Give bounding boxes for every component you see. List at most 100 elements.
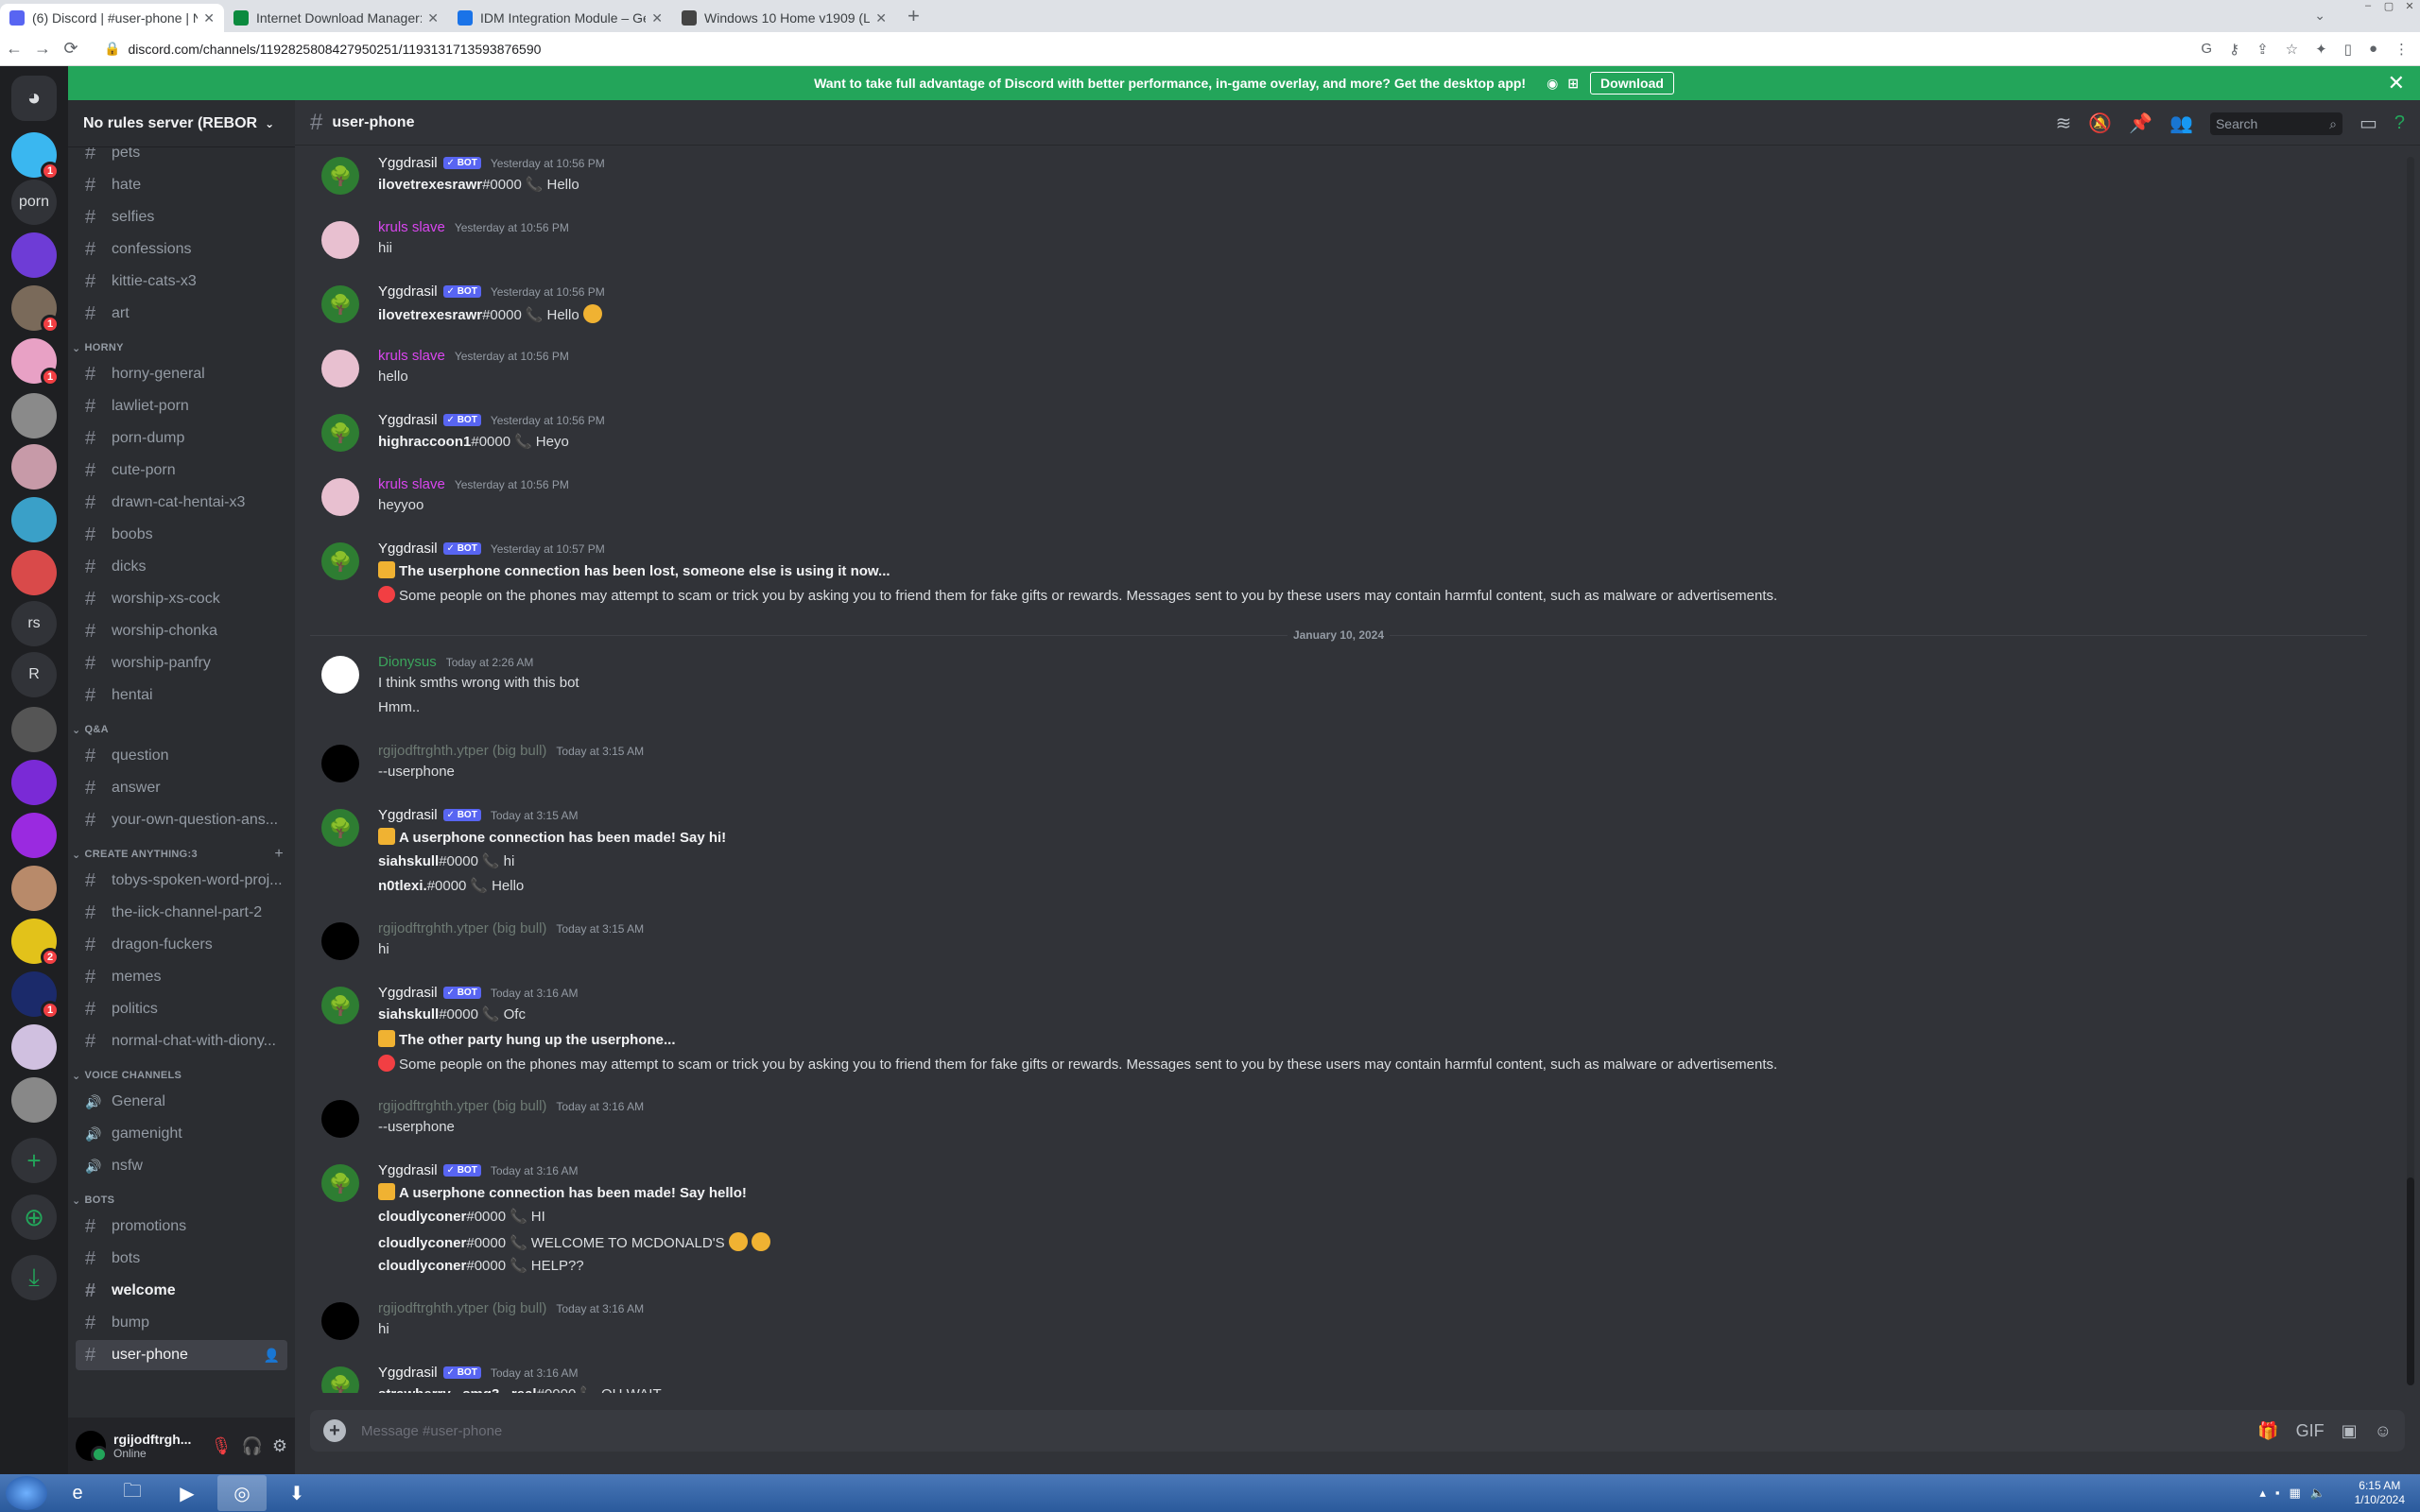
author-name[interactable]: Yggdrasil [378, 155, 438, 171]
discord-home-icon[interactable]: ◕ [11, 76, 57, 121]
avatar[interactable]: 🌳 [321, 414, 359, 452]
server-purple-icon[interactable] [11, 232, 57, 278]
server-anime-icon[interactable] [11, 866, 57, 911]
share-icon[interactable]: ⇪ [2256, 41, 2269, 58]
star-icon[interactable]: ☆ [2286, 41, 2298, 58]
server-sunglasses-icon[interactable] [11, 707, 57, 752]
server-pink-icon[interactable]: 1 [11, 338, 60, 387]
idm-icon[interactable]: ⬇ [272, 1475, 321, 1511]
help-icon[interactable]: ? [2394, 112, 2405, 134]
avatar[interactable]: 🌳 [321, 285, 359, 323]
sidebar-item-horny-general[interactable]: # horny-general [76, 359, 287, 389]
server-no-icon[interactable]: 2 [11, 919, 60, 967]
start-button[interactable] [6, 1476, 47, 1510]
sidebar-item-bots[interactable]: # bots [76, 1244, 287, 1274]
author-name[interactable]: Yggdrasil [378, 541, 438, 557]
sidebar-item-gamenight[interactable]: 🔊 gamenight [76, 1119, 287, 1149]
author-name[interactable]: Yggdrasil [378, 1365, 438, 1381]
server-name-header[interactable]: No rules server (REBOR ⌄ [68, 100, 295, 147]
avatar[interactable] [321, 1302, 359, 1340]
ie-icon[interactable]: e [53, 1475, 102, 1511]
author-name[interactable]: Dionysus [378, 654, 437, 670]
close-icon[interactable]: ✕ [2388, 71, 2405, 95]
extensions-icon[interactable]: ✦ [2315, 41, 2327, 58]
server-robot-icon[interactable] [11, 1077, 57, 1123]
sidebar-item-hentai[interactable]: # hentai [76, 680, 287, 711]
new-tab-button[interactable]: + [896, 4, 931, 32]
category-header[interactable]: ⌄ HORNY [72, 338, 287, 357]
back-button[interactable]: ← [0, 39, 28, 59]
avatar[interactable]: 🌳 [321, 1366, 359, 1393]
scrollbar-thumb[interactable] [2407, 1177, 2414, 1385]
threads-icon[interactable]: ≋ [2055, 112, 2071, 135]
author-name[interactable]: kruls slave [378, 476, 445, 492]
sidebar-item-boobs[interactable]: # boobs [76, 520, 287, 550]
sidebar-item-pets[interactable]: # pets [76, 147, 287, 168]
message-input[interactable] [361, 1422, 2258, 1439]
server-cat-icon[interactable] [11, 1024, 57, 1070]
sticker-icon[interactable]: ▣ [2342, 1421, 2358, 1441]
pin-icon[interactable]: 📌 [2129, 112, 2152, 135]
create-channel-icon[interactable]: + [274, 846, 284, 863]
author-name[interactable]: Yggdrasil [378, 284, 438, 300]
close-window-icon[interactable]: ✕ [2399, 0, 2420, 13]
avatar[interactable] [321, 656, 359, 694]
tab-search-icon[interactable]: ⌄ [2314, 8, 2325, 24]
volume-icon[interactable]: 🔈 [2310, 1486, 2325, 1501]
avatar[interactable] [321, 1100, 359, 1138]
server-globe-icon[interactable] [11, 497, 57, 542]
server-icon[interactable]: porn [11, 180, 57, 225]
gear-icon[interactable]: ⚙ [272, 1436, 287, 1456]
close-tab-icon[interactable]: ✕ [651, 10, 663, 26]
sidebar-item-your-own-question-ans[interactable]: # your-own-question-ans... [76, 805, 287, 835]
sidebar-item-politics[interactable]: # politics [76, 994, 287, 1024]
avatar[interactable] [76, 1431, 108, 1463]
server-icon[interactable]: rs [11, 601, 57, 646]
sidebar-item-answer[interactable]: # answer [76, 773, 287, 803]
avatar[interactable]: 🌳 [321, 1164, 359, 1202]
sidebar-item-user-phone[interactable]: # user-phone 👤 [76, 1340, 287, 1370]
avatar[interactable]: 🌳 [321, 809, 359, 847]
url-field[interactable]: 🔒 discord.com/channels/11928258084279502… [104, 41, 541, 57]
tray-arrow-icon[interactable]: ▴ [2259, 1486, 2266, 1501]
gift-icon[interactable]: 🎁 [2257, 1421, 2278, 1441]
category-header[interactable]: ⌄ Q&A [72, 720, 287, 739]
category-header[interactable]: ⌄ VOICE CHANNELS [72, 1066, 287, 1085]
emoji-icon[interactable]: ☺ [2375, 1421, 2392, 1441]
headphones-icon[interactable]: 🎧 [241, 1436, 262, 1456]
category-header[interactable]: ⌄ BOTS [72, 1191, 287, 1210]
add-server-icon[interactable]: + [11, 1138, 57, 1183]
sidebar-item-dicks[interactable]: # dicks [76, 552, 287, 582]
sidebar-item-art[interactable]: # art [76, 299, 287, 329]
category-header[interactable]: ⌄ CREATE ANYTHING:3 + [72, 845, 287, 864]
sidebar-item-welcome[interactable]: # welcome [76, 1276, 287, 1306]
browser-tab[interactable]: Windows 10 Home v1909 (Lenov...✕ [672, 4, 896, 32]
media-player-icon[interactable]: ▶ [163, 1475, 212, 1511]
sidebar-item-promotions[interactable]: # promotions [76, 1211, 287, 1242]
sidebar-item-porn-dump[interactable]: # porn-dump [76, 423, 287, 454]
author-name[interactable]: Yggdrasil [378, 1162, 438, 1178]
server-rose-icon[interactable] [11, 444, 57, 490]
sidebar-item-worship-xs-cock[interactable]: # worship-xs-cock [76, 584, 287, 614]
tray-app-icon[interactable]: ▪ [2275, 1486, 2280, 1501]
server-film2-icon[interactable] [11, 813, 57, 858]
avatar[interactable]: 🌳 [321, 987, 359, 1024]
sidebar-item-General[interactable]: 🔊 General [76, 1087, 287, 1117]
sidebar-item-dragon-fuckers[interactable]: # dragon-fuckers [76, 930, 287, 960]
scrollbar[interactable] [2407, 157, 2414, 1385]
sidebar-item-worship-panfry[interactable]: # worship-panfry [76, 648, 287, 679]
server-gray-icon[interactable] [11, 393, 57, 438]
server-night-icon[interactable]: 1 [11, 971, 60, 1020]
member-list-icon[interactable]: 👥 [2169, 112, 2193, 135]
forward-button[interactable]: → [28, 39, 57, 59]
author-name[interactable]: rgijodftrghth.ytper (big bull) [378, 1300, 546, 1316]
folder-icon[interactable]: 🗀 [108, 1475, 157, 1511]
browser-tab[interactable]: Internet Download Manager: The...✕ [224, 4, 448, 32]
sidebar-item-worship-chonka[interactable]: # worship-chonka [76, 616, 287, 646]
explore-icon[interactable]: ⊕ [11, 1194, 57, 1240]
avatar[interactable] [321, 221, 359, 259]
inbox-icon[interactable]: ▭ [2360, 112, 2377, 135]
notifications-icon[interactable]: 🔕 [2088, 112, 2112, 135]
google-icon[interactable]: G [2201, 41, 2212, 58]
author-name[interactable]: Yggdrasil [378, 412, 438, 428]
